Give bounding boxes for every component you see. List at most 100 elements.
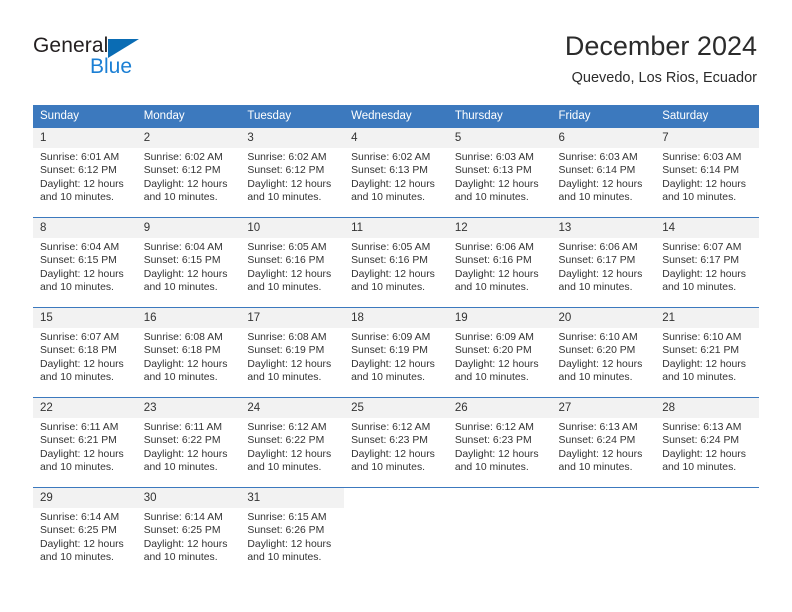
day-cell[interactable]: 12 Sunrise: 6:06 AM Sunset: 6:16 PM Dayl… bbox=[447, 217, 552, 308]
daylight-text-line1: Daylight: 12 hours bbox=[247, 268, 332, 280]
daylight-text-line1: Daylight: 12 hours bbox=[454, 358, 539, 370]
day-number bbox=[551, 488, 656, 508]
day-cell[interactable]: 1 Sunrise: 6:01 AM Sunset: 6:12 PM Dayli… bbox=[33, 127, 137, 218]
day-cell[interactable]: 14 Sunrise: 6:07 AM Sunset: 6:17 PM Dayl… bbox=[655, 217, 759, 308]
day-cell[interactable]: 20 Sunrise: 6:10 AM Sunset: 6:20 PM Dayl… bbox=[551, 307, 656, 398]
day-cell[interactable]: 9 Sunrise: 6:04 AM Sunset: 6:15 PM Dayli… bbox=[136, 217, 241, 308]
day-cell[interactable]: 28 Sunrise: 6:13 AM Sunset: 6:24 PM Dayl… bbox=[655, 397, 759, 488]
sunrise-text: Sunrise: 6:11 AM bbox=[143, 422, 223, 433]
weekday-header-saturday: Saturday bbox=[655, 105, 759, 128]
daylight-text-line2: and 10 minutes. bbox=[40, 282, 114, 294]
sunset-text: Sunset: 6:22 PM bbox=[143, 435, 221, 447]
day-cell[interactable]: 19 Sunrise: 6:09 AM Sunset: 6:20 PM Dayl… bbox=[447, 307, 552, 398]
daylight-text-line2: and 10 minutes. bbox=[454, 282, 529, 294]
day-details: Sunrise: 6:15 AM Sunset: 6:26 PM Dayligh… bbox=[240, 508, 344, 565]
day-cell[interactable]: 17 Sunrise: 6:08 AM Sunset: 6:19 PM Dayl… bbox=[240, 307, 345, 398]
calendar-grid: Sunday Monday Tuesday Wednesday Thursday… bbox=[33, 105, 759, 577]
day-cell[interactable]: 13 Sunrise: 6:06 AM Sunset: 6:17 PM Dayl… bbox=[551, 217, 656, 308]
sunrise-text: Sunrise: 6:12 AM bbox=[247, 422, 327, 433]
day-number: 19 bbox=[447, 308, 552, 328]
day-cell[interactable]: 8 Sunrise: 6:04 AM Sunset: 6:15 PM Dayli… bbox=[33, 217, 137, 308]
day-cell[interactable]: 4 Sunrise: 6:02 AM Sunset: 6:13 PM Dayli… bbox=[344, 127, 448, 218]
sunrise-text: Sunrise: 6:13 AM bbox=[558, 422, 638, 433]
day-cell[interactable]: 30 Sunrise: 6:14 AM Sunset: 6:25 PM Dayl… bbox=[136, 487, 241, 577]
day-cell[interactable]: 18 Sunrise: 6:09 AM Sunset: 6:19 PM Dayl… bbox=[344, 307, 448, 398]
day-details: Sunrise: 6:11 AM Sunset: 6:22 PM Dayligh… bbox=[137, 418, 241, 475]
day-cell[interactable]: 10 Sunrise: 6:05 AM Sunset: 6:16 PM Dayl… bbox=[240, 217, 345, 308]
daylight-text-line2: and 10 minutes. bbox=[558, 372, 633, 384]
day-number: 31 bbox=[240, 488, 345, 508]
day-number: 17 bbox=[240, 308, 345, 328]
day-details: Sunrise: 6:05 AM Sunset: 6:16 PM Dayligh… bbox=[240, 238, 344, 295]
daylight-text-line1: Daylight: 12 hours bbox=[143, 448, 228, 460]
day-details: Sunrise: 6:12 AM Sunset: 6:23 PM Dayligh… bbox=[448, 418, 552, 475]
day-details: Sunrise: 6:02 AM Sunset: 6:12 PM Dayligh… bbox=[137, 148, 241, 205]
day-cell[interactable]: 7 Sunrise: 6:03 AM Sunset: 6:14 PM Dayli… bbox=[655, 127, 759, 218]
day-cell[interactable]: 31 Sunrise: 6:15 AM Sunset: 6:26 PM Dayl… bbox=[240, 487, 345, 577]
day-cell[interactable]: 15 Sunrise: 6:07 AM Sunset: 6:18 PM Dayl… bbox=[33, 307, 137, 398]
sunset-text: Sunset: 6:24 PM bbox=[558, 435, 636, 447]
day-cell[interactable]: 16 Sunrise: 6:08 AM Sunset: 6:18 PM Dayl… bbox=[136, 307, 241, 398]
weekday-header-wednesday: Wednesday bbox=[344, 105, 448, 128]
day-number: 5 bbox=[447, 128, 552, 148]
sunset-text: Sunset: 6:21 PM bbox=[662, 345, 740, 357]
day-details: Sunrise: 6:02 AM Sunset: 6:13 PM Dayligh… bbox=[344, 148, 448, 205]
day-number bbox=[344, 488, 448, 508]
page-subtitle: Quevedo, Los Rios, Ecuador bbox=[571, 70, 757, 86]
sunrise-text: Sunrise: 6:06 AM bbox=[558, 242, 638, 253]
day-details: Sunrise: 6:10 AM Sunset: 6:20 PM Dayligh… bbox=[552, 328, 656, 385]
day-number: 27 bbox=[551, 398, 656, 418]
day-number: 1 bbox=[33, 128, 137, 148]
daylight-text-line1: Daylight: 12 hours bbox=[247, 358, 332, 370]
daylight-text-line2: and 10 minutes. bbox=[351, 282, 426, 294]
day-cell[interactable]: 2 Sunrise: 6:02 AM Sunset: 6:12 PM Dayli… bbox=[136, 127, 241, 218]
day-cell[interactable]: 24 Sunrise: 6:12 AM Sunset: 6:22 PM Dayl… bbox=[240, 397, 345, 488]
daylight-text-line1: Daylight: 12 hours bbox=[40, 538, 124, 550]
day-number: 10 bbox=[240, 218, 345, 238]
logo-text-blue: Blue bbox=[90, 55, 133, 78]
sunset-text: Sunset: 6:17 PM bbox=[558, 255, 636, 267]
daylight-text-line1: Daylight: 12 hours bbox=[662, 268, 746, 280]
day-cell[interactable]: 21 Sunrise: 6:10 AM Sunset: 6:21 PM Dayl… bbox=[655, 307, 759, 398]
sunrise-text: Sunrise: 6:04 AM bbox=[143, 242, 223, 253]
weekday-header-tuesday: Tuesday bbox=[240, 105, 345, 128]
weekday-header-monday: Monday bbox=[136, 105, 241, 128]
day-cell[interactable]: 27 Sunrise: 6:13 AM Sunset: 6:24 PM Dayl… bbox=[551, 397, 656, 488]
day-number: 6 bbox=[551, 128, 656, 148]
day-cell[interactable]: 26 Sunrise: 6:12 AM Sunset: 6:23 PM Dayl… bbox=[447, 397, 552, 488]
day-cell[interactable]: 5 Sunrise: 6:03 AM Sunset: 6:13 PM Dayli… bbox=[447, 127, 552, 218]
day-cell[interactable]: 3 Sunrise: 6:02 AM Sunset: 6:12 PM Dayli… bbox=[240, 127, 345, 218]
day-number: 7 bbox=[655, 128, 759, 148]
calendar-body: 1 Sunrise: 6:01 AM Sunset: 6:12 PM Dayli… bbox=[33, 127, 759, 577]
daylight-text-line1: Daylight: 12 hours bbox=[558, 358, 643, 370]
day-number: 18 bbox=[344, 308, 448, 328]
daylight-text-line2: and 10 minutes. bbox=[662, 462, 737, 474]
day-cell-empty bbox=[447, 487, 552, 577]
day-details: Sunrise: 6:09 AM Sunset: 6:20 PM Dayligh… bbox=[448, 328, 552, 385]
sunrise-text: Sunrise: 6:05 AM bbox=[351, 242, 431, 253]
daylight-text-line1: Daylight: 12 hours bbox=[662, 448, 746, 460]
daylight-text-line1: Daylight: 12 hours bbox=[558, 268, 643, 280]
sunset-text: Sunset: 6:21 PM bbox=[40, 435, 117, 447]
day-number: 13 bbox=[551, 218, 656, 238]
day-cell[interactable]: 25 Sunrise: 6:12 AM Sunset: 6:23 PM Dayl… bbox=[344, 397, 448, 488]
sunrise-text: Sunrise: 6:13 AM bbox=[662, 422, 742, 433]
day-cell[interactable]: 23 Sunrise: 6:11 AM Sunset: 6:22 PM Dayl… bbox=[136, 397, 241, 488]
daylight-text-line2: and 10 minutes. bbox=[247, 372, 322, 384]
daylight-text-line1: Daylight: 12 hours bbox=[143, 538, 228, 550]
day-cell[interactable]: 22 Sunrise: 6:11 AM Sunset: 6:21 PM Dayl… bbox=[33, 397, 137, 488]
sunset-text: Sunset: 6:19 PM bbox=[351, 345, 428, 357]
day-cell[interactable]: 6 Sunrise: 6:03 AM Sunset: 6:14 PM Dayli… bbox=[551, 127, 656, 218]
sunset-text: Sunset: 6:23 PM bbox=[351, 435, 428, 447]
sunrise-text: Sunrise: 6:02 AM bbox=[247, 152, 327, 163]
weekday-header-friday: Friday bbox=[551, 105, 656, 128]
day-number: 3 bbox=[240, 128, 345, 148]
day-number: 8 bbox=[33, 218, 137, 238]
day-details: Sunrise: 6:03 AM Sunset: 6:13 PM Dayligh… bbox=[448, 148, 552, 205]
sunset-text: Sunset: 6:15 PM bbox=[143, 255, 221, 267]
sunrise-text: Sunrise: 6:02 AM bbox=[351, 152, 431, 163]
day-details: Sunrise: 6:03 AM Sunset: 6:14 PM Dayligh… bbox=[655, 148, 759, 205]
day-cell[interactable]: 29 Sunrise: 6:14 AM Sunset: 6:25 PM Dayl… bbox=[33, 487, 137, 577]
day-cell[interactable]: 11 Sunrise: 6:05 AM Sunset: 6:16 PM Dayl… bbox=[344, 217, 448, 308]
general-blue-logo[interactable]: General Blue bbox=[33, 34, 183, 86]
